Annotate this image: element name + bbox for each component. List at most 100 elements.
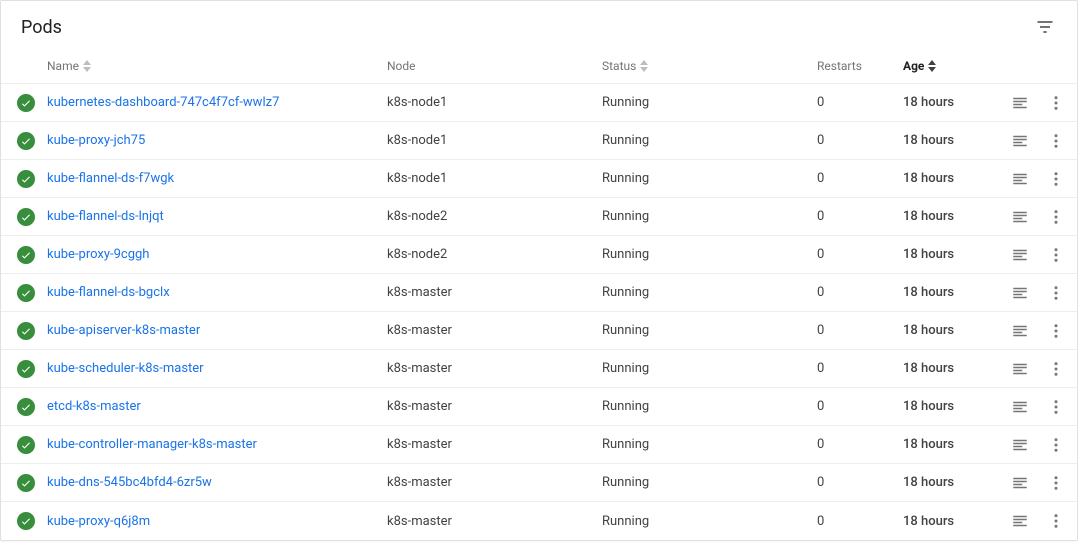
pod-link[interactable]: kube-apiserver-k8s-master [47, 323, 200, 338]
actions-cell [995, 360, 1065, 378]
col-header-node[interactable]: Node [387, 59, 602, 73]
pod-link[interactable]: kube-controller-manager-k8s-master [47, 437, 257, 452]
logs-button[interactable] [1011, 398, 1029, 416]
logs-icon [1011, 360, 1029, 378]
pod-link[interactable]: kube-flannel-ds-lnjqt [47, 209, 164, 224]
pod-link[interactable]: kube-scheduler-k8s-master [47, 361, 204, 376]
age-cell: 18 hours [903, 475, 995, 490]
status-success-icon [17, 170, 35, 188]
table-row: kube-controller-manager-k8s-master k8s-m… [1, 426, 1077, 464]
restarts-cell: 0 [817, 514, 903, 529]
node-cell: k8s-master [387, 514, 602, 529]
node-cell: k8s-node1 [387, 133, 602, 148]
more-button[interactable] [1047, 436, 1065, 454]
pod-link[interactable]: kube-dns-545bc4bfd4-6zr5w [47, 475, 212, 490]
actions-cell [995, 322, 1065, 340]
col-header-status[interactable]: Status [602, 59, 817, 73]
status-cell [17, 94, 47, 112]
logs-button[interactable] [1011, 94, 1029, 112]
logs-button[interactable] [1011, 246, 1029, 264]
age-cell: 18 hours [903, 209, 995, 224]
restarts-cell: 0 [817, 323, 903, 338]
restarts-cell: 0 [817, 209, 903, 224]
restarts-cell: 0 [817, 475, 903, 490]
table-row: kube-proxy-q6j8m k8s-master Running 0 18… [1, 502, 1077, 540]
status-cell [17, 512, 47, 530]
table-row: kube-scheduler-k8s-master k8s-master Run… [1, 350, 1077, 388]
status-success-icon [17, 94, 35, 112]
node-cell: k8s-node2 [387, 247, 602, 262]
logs-button[interactable] [1011, 512, 1029, 530]
restarts-cell: 0 [817, 285, 903, 300]
more-button[interactable] [1047, 170, 1065, 188]
status-cell [17, 246, 47, 264]
name-cell: kube-apiserver-k8s-master [47, 323, 387, 338]
name-cell: kube-controller-manager-k8s-master [47, 437, 387, 452]
more-vert-icon [1047, 474, 1065, 492]
more-button[interactable] [1047, 284, 1065, 302]
logs-button[interactable] [1011, 132, 1029, 150]
more-button[interactable] [1047, 322, 1065, 340]
logs-button[interactable] [1011, 436, 1029, 454]
col-header-restarts[interactable]: Restarts [817, 59, 903, 73]
node-cell: k8s-master [387, 399, 602, 414]
status-cell [17, 284, 47, 302]
restarts-cell: 0 [817, 437, 903, 452]
logs-icon [1011, 208, 1029, 226]
pod-link[interactable]: kube-proxy-q6j8m [47, 514, 150, 529]
pod-link[interactable]: kube-proxy-9cggh [47, 247, 149, 262]
logs-button[interactable] [1011, 170, 1029, 188]
more-button[interactable] [1047, 132, 1065, 150]
table-row: kube-proxy-jch75 k8s-node1 Running 0 18 … [1, 122, 1077, 160]
pod-link[interactable]: kube-flannel-ds-bgclx [47, 285, 170, 300]
col-header-restarts-label: Restarts [817, 59, 862, 73]
logs-button[interactable] [1011, 360, 1029, 378]
logs-button[interactable] [1011, 208, 1029, 226]
status-text-cell: Running [602, 475, 817, 490]
actions-cell [995, 208, 1065, 226]
status-success-icon [17, 360, 35, 378]
more-button[interactable] [1047, 398, 1065, 416]
more-button[interactable] [1047, 474, 1065, 492]
col-header-name-label: Name [47, 59, 79, 73]
status-cell [17, 360, 47, 378]
node-cell: k8s-master [387, 285, 602, 300]
pod-link[interactable]: kube-flannel-ds-f7wgk [47, 171, 174, 186]
col-header-name[interactable]: Name [47, 59, 387, 73]
age-cell: 18 hours [903, 323, 995, 338]
logs-icon [1011, 94, 1029, 112]
pod-link[interactable]: kubernetes-dashboard-747c4f7cf-wwlz7 [47, 95, 279, 110]
status-cell [17, 474, 47, 492]
col-header-status-label: Status [602, 59, 636, 73]
node-cell: k8s-node1 [387, 95, 602, 110]
actions-cell [995, 94, 1065, 112]
col-header-age[interactable]: Age [903, 59, 995, 73]
status-text-cell: Running [602, 323, 817, 338]
status-success-icon [17, 512, 35, 530]
restarts-cell: 0 [817, 133, 903, 148]
status-success-icon [17, 132, 35, 150]
age-cell: 18 hours [903, 133, 995, 148]
pod-link[interactable]: kube-proxy-jch75 [47, 133, 145, 148]
page-title: Pods [21, 17, 62, 38]
more-button[interactable] [1047, 360, 1065, 378]
filter-button[interactable] [1033, 15, 1057, 39]
more-vert-icon [1047, 398, 1065, 416]
more-button[interactable] [1047, 208, 1065, 226]
actions-cell [995, 474, 1065, 492]
more-vert-icon [1047, 360, 1065, 378]
logs-icon [1011, 246, 1029, 264]
logs-button[interactable] [1011, 474, 1029, 492]
more-button[interactable] [1047, 94, 1065, 112]
restarts-cell: 0 [817, 399, 903, 414]
logs-button[interactable] [1011, 322, 1029, 340]
pod-link[interactable]: etcd-k8s-master [47, 399, 141, 414]
name-cell: kube-flannel-ds-f7wgk [47, 171, 387, 186]
status-success-icon [17, 284, 35, 302]
status-success-icon [17, 436, 35, 454]
table-row: kube-proxy-9cggh k8s-node2 Running 0 18 … [1, 236, 1077, 274]
more-button[interactable] [1047, 246, 1065, 264]
logs-button[interactable] [1011, 284, 1029, 302]
more-button[interactable] [1047, 512, 1065, 530]
more-vert-icon [1047, 436, 1065, 454]
